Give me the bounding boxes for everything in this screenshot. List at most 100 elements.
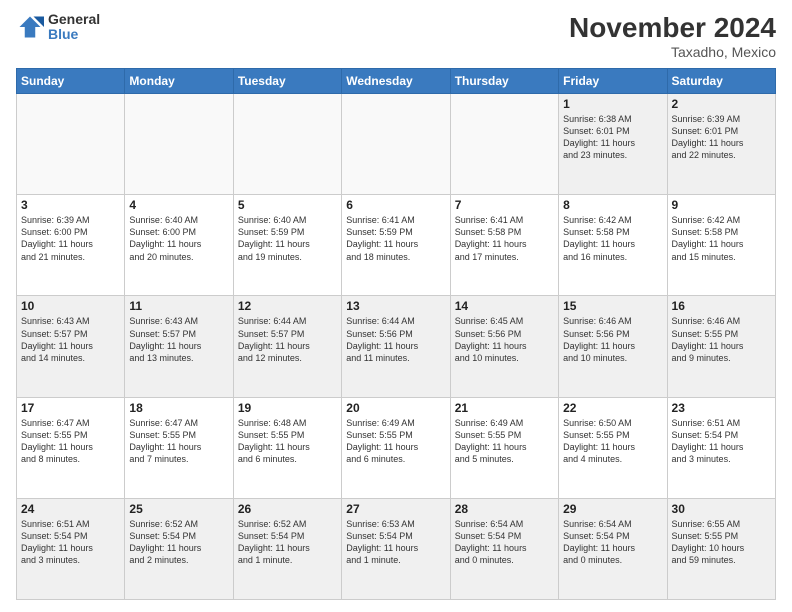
logo-icon bbox=[16, 13, 44, 41]
location: Taxadho, Mexico bbox=[569, 44, 776, 60]
calendar-cell: 19 Sunrise: 6:48 AM Sunset: 5:55 PM Dayli… bbox=[233, 397, 341, 498]
day-number: 8 bbox=[563, 198, 662, 212]
day-info: Sunrise: 6:44 AM Sunset: 5:56 PM Dayligh… bbox=[346, 315, 445, 364]
calendar-cell: 5Sunrise: 6:40 AM Sunset: 5:59 PM Daylig… bbox=[233, 195, 341, 296]
calendar-cell: 22 Sunrise: 6:50 AM Sunset: 5:55 PM Dayli… bbox=[559, 397, 667, 498]
calendar-header-cell: Tuesday bbox=[233, 69, 341, 94]
calendar-cell bbox=[233, 94, 341, 195]
calendar-cell: 21Sunrise: 6:49 AM Sunset: 5:55 PM Dayli… bbox=[450, 397, 558, 498]
day-info: Sunrise: 6:51 AM Sunset: 5:54 PM Dayligh… bbox=[672, 417, 771, 466]
day-info: Sunrise: 6:48 AM Sunset: 5:55 PM Dayligh… bbox=[238, 417, 337, 466]
day-number: 20 bbox=[346, 401, 445, 415]
day-number: 26 bbox=[238, 502, 337, 516]
calendar-header-cell: Saturday bbox=[667, 69, 775, 94]
day-number: 19 bbox=[238, 401, 337, 415]
calendar-cell: 20 Sunrise: 6:49 AM Sunset: 5:55 PM Dayli… bbox=[342, 397, 450, 498]
calendar-cell: 3 Sunrise: 6:39 AM Sunset: 6:00 PM Daylig… bbox=[17, 195, 125, 296]
logo-text: General Blue bbox=[48, 12, 100, 43]
day-info: Sunrise: 6:50 AM Sunset: 5:55 PM Dayligh… bbox=[563, 417, 662, 466]
title-block: November 2024 Taxadho, Mexico bbox=[569, 12, 776, 60]
calendar-header-cell: Monday bbox=[125, 69, 233, 94]
calendar-table: SundayMondayTuesdayWednesdayThursdayFrid… bbox=[16, 68, 776, 600]
day-number: 22 bbox=[563, 401, 662, 415]
day-number: 23 bbox=[672, 401, 771, 415]
day-info: Sunrise: 6:44 AM Sunset: 5:57 PM Dayligh… bbox=[238, 315, 337, 364]
logo-general-text: General bbox=[48, 12, 100, 27]
calendar-cell bbox=[17, 94, 125, 195]
day-info: Sunrise: 6:52 AM Sunset: 5:54 PM Dayligh… bbox=[238, 518, 337, 567]
day-info: Sunrise: 6:46 AM Sunset: 5:55 PM Dayligh… bbox=[672, 315, 771, 364]
calendar-header-cell: Friday bbox=[559, 69, 667, 94]
day-info: Sunrise: 6:45 AM Sunset: 5:56 PM Dayligh… bbox=[455, 315, 554, 364]
day-info: Sunrise: 6:55 AM Sunset: 5:55 PM Dayligh… bbox=[672, 518, 771, 567]
day-number: 25 bbox=[129, 502, 228, 516]
calendar-cell: 15Sunrise: 6:46 AM Sunset: 5:56 PM Dayli… bbox=[559, 296, 667, 397]
day-number: 3 bbox=[21, 198, 120, 212]
calendar-week-row: 24 Sunrise: 6:51 AM Sunset: 5:54 PM Dayli… bbox=[17, 498, 776, 599]
day-info: Sunrise: 6:47 AM Sunset: 5:55 PM Dayligh… bbox=[21, 417, 120, 466]
calendar-body: 1Sunrise: 6:38 AM Sunset: 6:01 PM Daylig… bbox=[17, 94, 776, 600]
calendar-cell: 18Sunrise: 6:47 AM Sunset: 5:55 PM Dayli… bbox=[125, 397, 233, 498]
calendar-header-cell: Thursday bbox=[450, 69, 558, 94]
day-info: Sunrise: 6:51 AM Sunset: 5:54 PM Dayligh… bbox=[21, 518, 120, 567]
day-info: Sunrise: 6:42 AM Sunset: 5:58 PM Dayligh… bbox=[672, 214, 771, 263]
day-info: Sunrise: 6:38 AM Sunset: 6:01 PM Dayligh… bbox=[563, 113, 662, 162]
calendar-cell: 28 Sunrise: 6:54 AM Sunset: 5:54 PM Dayli… bbox=[450, 498, 558, 599]
calendar-cell: 11 Sunrise: 6:43 AM Sunset: 5:57 PM Dayli… bbox=[125, 296, 233, 397]
day-number: 11 bbox=[129, 299, 228, 313]
calendar-cell: 6Sunrise: 6:41 AM Sunset: 5:59 PM Daylig… bbox=[342, 195, 450, 296]
header: General Blue November 2024 Taxadho, Mexi… bbox=[16, 12, 776, 60]
day-number: 13 bbox=[346, 299, 445, 313]
day-info: Sunrise: 6:39 AM Sunset: 6:00 PM Dayligh… bbox=[21, 214, 120, 263]
day-info: Sunrise: 6:40 AM Sunset: 6:00 PM Dayligh… bbox=[129, 214, 228, 263]
calendar-header-row: SundayMondayTuesdayWednesdayThursdayFrid… bbox=[17, 69, 776, 94]
month-title: November 2024 bbox=[569, 12, 776, 44]
calendar-cell: 16Sunrise: 6:46 AM Sunset: 5:55 PM Dayli… bbox=[667, 296, 775, 397]
calendar-cell: 17 Sunrise: 6:47 AM Sunset: 5:55 PM Dayli… bbox=[17, 397, 125, 498]
day-info: Sunrise: 6:39 AM Sunset: 6:01 PM Dayligh… bbox=[672, 113, 771, 162]
day-info: Sunrise: 6:43 AM Sunset: 5:57 PM Dayligh… bbox=[21, 315, 120, 364]
calendar-cell: 23 Sunrise: 6:51 AM Sunset: 5:54 PM Dayli… bbox=[667, 397, 775, 498]
calendar-week-row: 10 Sunrise: 6:43 AM Sunset: 5:57 PM Dayli… bbox=[17, 296, 776, 397]
day-info: Sunrise: 6:53 AM Sunset: 5:54 PM Dayligh… bbox=[346, 518, 445, 567]
calendar-header-cell: Wednesday bbox=[342, 69, 450, 94]
calendar-cell: 8Sunrise: 6:42 AM Sunset: 5:58 PM Daylig… bbox=[559, 195, 667, 296]
calendar-cell: 26 Sunrise: 6:52 AM Sunset: 5:54 PM Dayli… bbox=[233, 498, 341, 599]
calendar-cell bbox=[125, 94, 233, 195]
day-number: 24 bbox=[21, 502, 120, 516]
day-info: Sunrise: 6:43 AM Sunset: 5:57 PM Dayligh… bbox=[129, 315, 228, 364]
calendar-cell: 4 Sunrise: 6:40 AM Sunset: 6:00 PM Daylig… bbox=[125, 195, 233, 296]
day-info: Sunrise: 6:54 AM Sunset: 5:54 PM Dayligh… bbox=[455, 518, 554, 567]
calendar-cell: 14 Sunrise: 6:45 AM Sunset: 5:56 PM Dayli… bbox=[450, 296, 558, 397]
day-info: Sunrise: 6:46 AM Sunset: 5:56 PM Dayligh… bbox=[563, 315, 662, 364]
day-info: Sunrise: 6:40 AM Sunset: 5:59 PM Dayligh… bbox=[238, 214, 337, 263]
calendar-week-row: 17 Sunrise: 6:47 AM Sunset: 5:55 PM Dayli… bbox=[17, 397, 776, 498]
calendar-cell: 1Sunrise: 6:38 AM Sunset: 6:01 PM Daylig… bbox=[559, 94, 667, 195]
day-info: Sunrise: 6:49 AM Sunset: 5:55 PM Dayligh… bbox=[346, 417, 445, 466]
day-number: 17 bbox=[21, 401, 120, 415]
calendar-cell bbox=[342, 94, 450, 195]
day-number: 4 bbox=[129, 198, 228, 212]
calendar-cell: 2 Sunrise: 6:39 AM Sunset: 6:01 PM Daylig… bbox=[667, 94, 775, 195]
logo: General Blue bbox=[16, 12, 100, 43]
day-number: 18 bbox=[129, 401, 228, 415]
calendar-week-row: 3 Sunrise: 6:39 AM Sunset: 6:00 PM Daylig… bbox=[17, 195, 776, 296]
calendar-cell: 25 Sunrise: 6:52 AM Sunset: 5:54 PM Dayli… bbox=[125, 498, 233, 599]
day-info: Sunrise: 6:52 AM Sunset: 5:54 PM Dayligh… bbox=[129, 518, 228, 567]
day-number: 2 bbox=[672, 97, 771, 111]
calendar-cell: 30Sunrise: 6:55 AM Sunset: 5:55 PM Dayli… bbox=[667, 498, 775, 599]
calendar-cell: 29Sunrise: 6:54 AM Sunset: 5:54 PM Dayli… bbox=[559, 498, 667, 599]
day-number: 21 bbox=[455, 401, 554, 415]
calendar-cell: 27 Sunrise: 6:53 AM Sunset: 5:54 PM Dayli… bbox=[342, 498, 450, 599]
calendar-week-row: 1Sunrise: 6:38 AM Sunset: 6:01 PM Daylig… bbox=[17, 94, 776, 195]
calendar-cell: 12 Sunrise: 6:44 AM Sunset: 5:57 PM Dayli… bbox=[233, 296, 341, 397]
day-number: 28 bbox=[455, 502, 554, 516]
day-number: 10 bbox=[21, 299, 120, 313]
day-number: 14 bbox=[455, 299, 554, 313]
calendar-cell: 9Sunrise: 6:42 AM Sunset: 5:58 PM Daylig… bbox=[667, 195, 775, 296]
day-number: 12 bbox=[238, 299, 337, 313]
day-number: 27 bbox=[346, 502, 445, 516]
day-info: Sunrise: 6:41 AM Sunset: 5:59 PM Dayligh… bbox=[346, 214, 445, 263]
day-info: Sunrise: 6:41 AM Sunset: 5:58 PM Dayligh… bbox=[455, 214, 554, 263]
calendar-cell: 7Sunrise: 6:41 AM Sunset: 5:58 PM Daylig… bbox=[450, 195, 558, 296]
